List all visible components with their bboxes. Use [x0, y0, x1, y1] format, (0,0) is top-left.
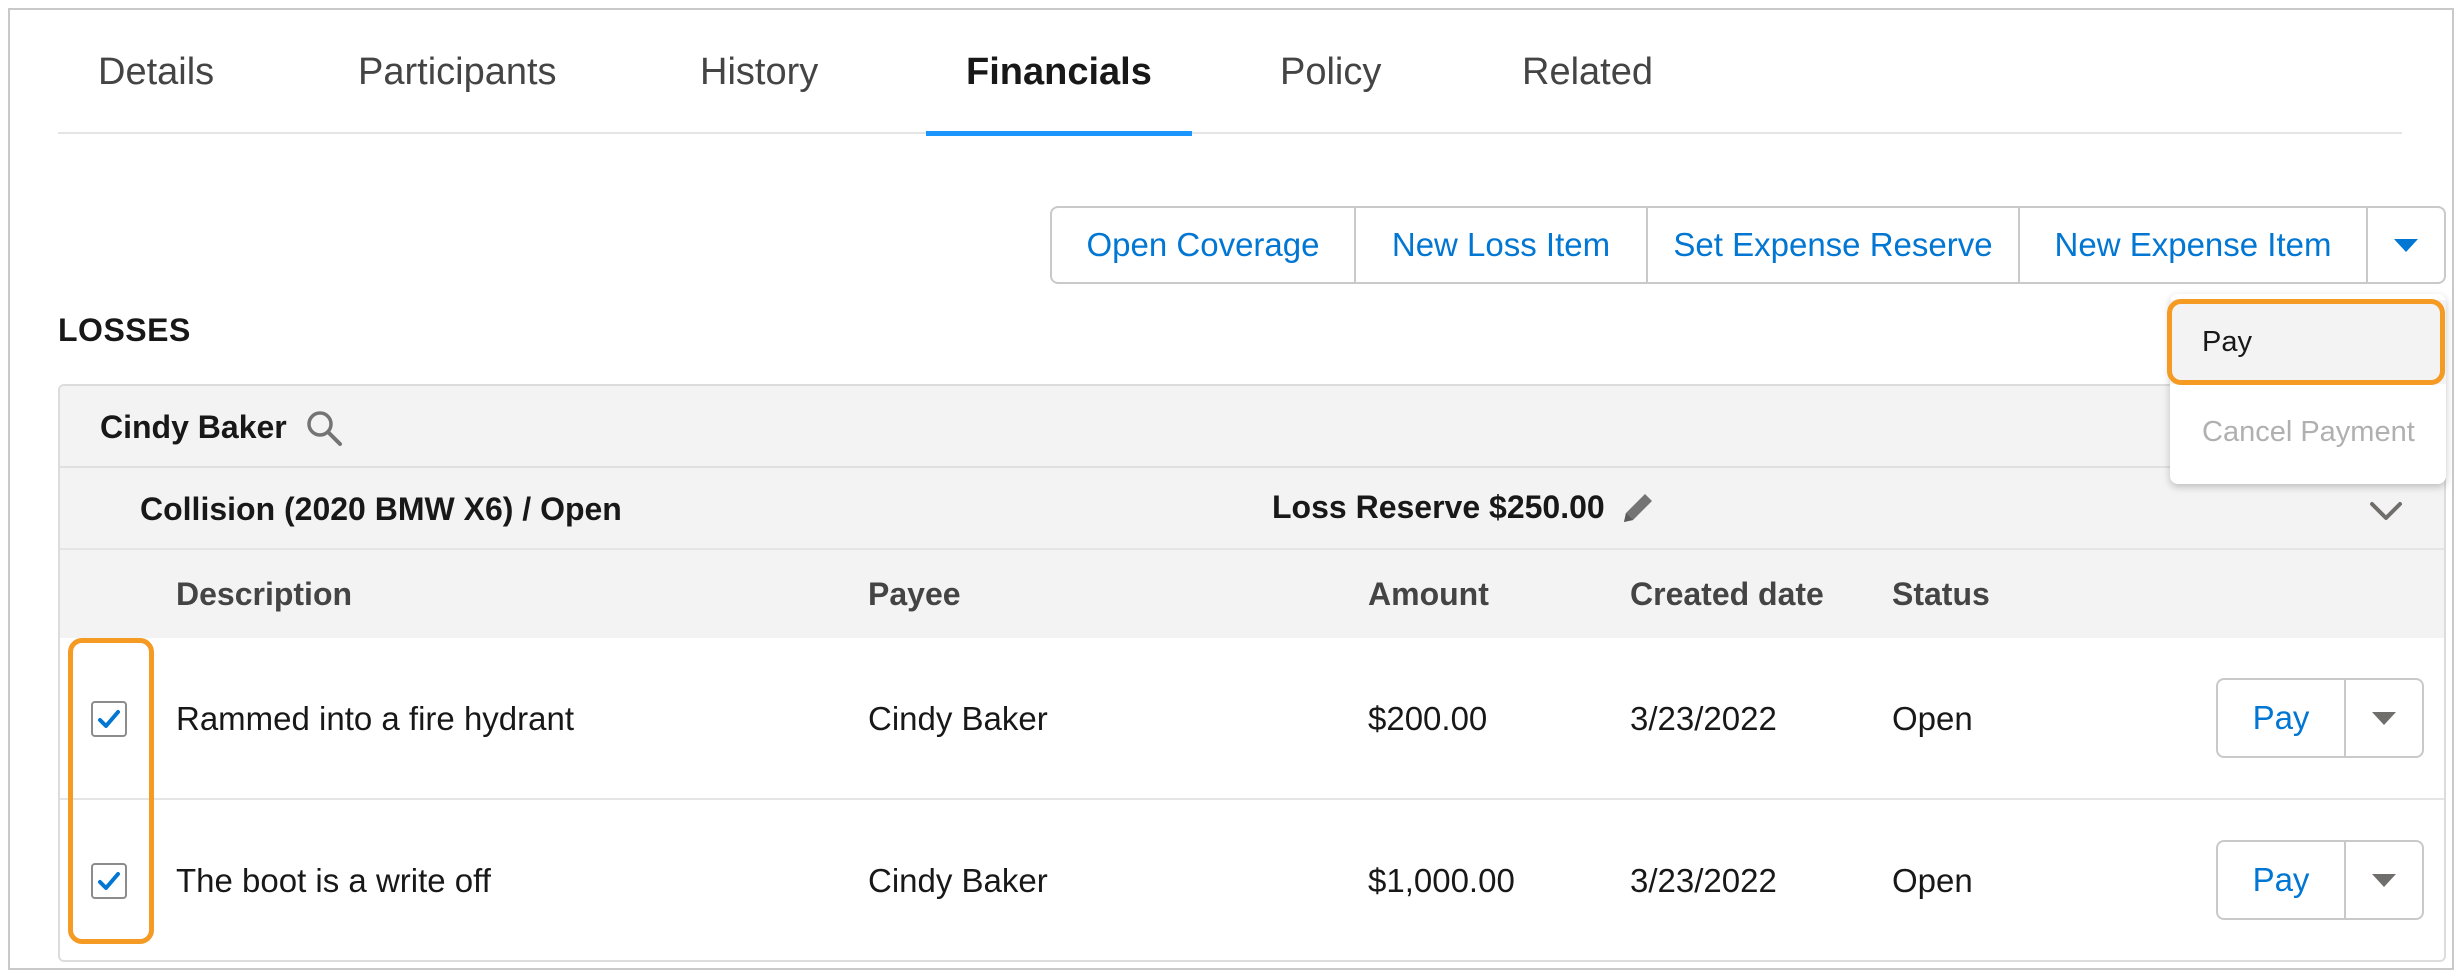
tab-label: Policy — [1280, 50, 1382, 93]
chevron-down-icon[interactable] — [2366, 492, 2406, 532]
row-actions: Pay — [2216, 678, 2424, 758]
loss-reserve: Loss Reserve $250.00 — [1272, 488, 1605, 525]
row-checkbox[interactable] — [91, 701, 127, 737]
menu-item-cancel-payment: Cancel Payment — [2202, 415, 2415, 448]
row-menu-button[interactable] — [2346, 842, 2422, 918]
new-expense-item-button[interactable]: New Expense Item — [2020, 208, 2368, 282]
claimant-name: Cindy Baker — [100, 408, 287, 445]
financial-actions-group: Open Coverage New Loss Item Set Expense … — [1050, 206, 2446, 284]
created-date-cell: 3/23/2022 — [1630, 700, 1777, 737]
more-actions-button[interactable] — [2368, 208, 2444, 282]
search-icon[interactable] — [304, 408, 344, 448]
tab-label: History — [700, 50, 819, 93]
tab-bar: Details Participants History Financials … — [58, 10, 2402, 136]
coverage-title: Collision (2020 BMW X6) / Open — [140, 490, 622, 527]
claimant-header: Cindy Baker — [60, 386, 2444, 468]
loss-card: Cindy Baker Collision (2020 BMW X6) / Op… — [58, 384, 2446, 962]
checkmark-icon — [98, 710, 120, 728]
table-row: The boot is a write off Cindy Baker $1,0… — [60, 800, 2444, 960]
tab-policy[interactable]: Policy — [1280, 10, 1381, 134]
checkmark-icon — [98, 872, 120, 890]
amount-cell: $200.00 — [1368, 700, 1488, 737]
row-checkbox[interactable] — [91, 863, 127, 899]
more-actions-menu: Pay Cancel Payment — [2170, 294, 2446, 484]
tab-label: Related — [1522, 50, 1653, 93]
column-header: Status — [1892, 575, 1990, 612]
status-cell: Open — [1892, 862, 1973, 899]
coverage-header: Collision (2020 BMW X6) / Open Loss Rese… — [60, 468, 2444, 550]
table-row: Rammed into a fire hydrant Cindy Baker $… — [60, 638, 2444, 800]
tab-history[interactable]: History — [700, 10, 818, 134]
pay-button[interactable]: Pay — [2218, 842, 2346, 918]
open-coverage-button[interactable]: Open Coverage — [1052, 208, 1356, 282]
financials-panel: Details Participants History Financials … — [8, 8, 2454, 970]
row-menu-button[interactable] — [2346, 680, 2422, 756]
payee-cell: Cindy Baker — [868, 862, 1048, 899]
column-header: Amount — [1368, 575, 1489, 612]
pay-button[interactable]: Pay — [2218, 680, 2346, 756]
payee-cell: Cindy Baker — [868, 700, 1048, 737]
tab-label: Participants — [358, 50, 557, 93]
description-cell: The boot is a write off — [176, 862, 491, 899]
created-date-cell: 3/23/2022 — [1630, 862, 1777, 899]
column-header: Description — [176, 575, 353, 612]
column-header: Created date — [1630, 575, 1824, 612]
tab-label: Financials — [966, 50, 1152, 93]
column-header: Payee — [868, 575, 961, 612]
tab-related[interactable]: Related — [1522, 10, 1653, 134]
tab-participants[interactable]: Participants — [358, 10, 557, 134]
status-cell: Open — [1892, 700, 1973, 737]
chevron-down-icon — [2372, 873, 2396, 887]
chevron-down-icon — [2372, 711, 2396, 725]
new-loss-item-button[interactable]: New Loss Item — [1356, 208, 1648, 282]
chevron-down-icon — [2394, 238, 2418, 252]
table-header: Description Payee Amount Created date St… — [60, 550, 2444, 638]
row-actions: Pay — [2216, 840, 2424, 920]
set-expense-reserve-button[interactable]: Set Expense Reserve — [1648, 208, 2020, 282]
section-title: LOSSES — [58, 312, 191, 348]
description-cell: Rammed into a fire hydrant — [176, 700, 575, 737]
amount-cell: $1,000.00 — [1368, 862, 1515, 899]
menu-item-pay[interactable]: Pay — [2170, 300, 2446, 384]
tab-financials[interactable]: Financials — [926, 10, 1192, 136]
tab-details[interactable]: Details — [98, 10, 214, 134]
tab-label: Details — [98, 50, 215, 93]
pencil-icon[interactable] — [1618, 488, 1658, 528]
